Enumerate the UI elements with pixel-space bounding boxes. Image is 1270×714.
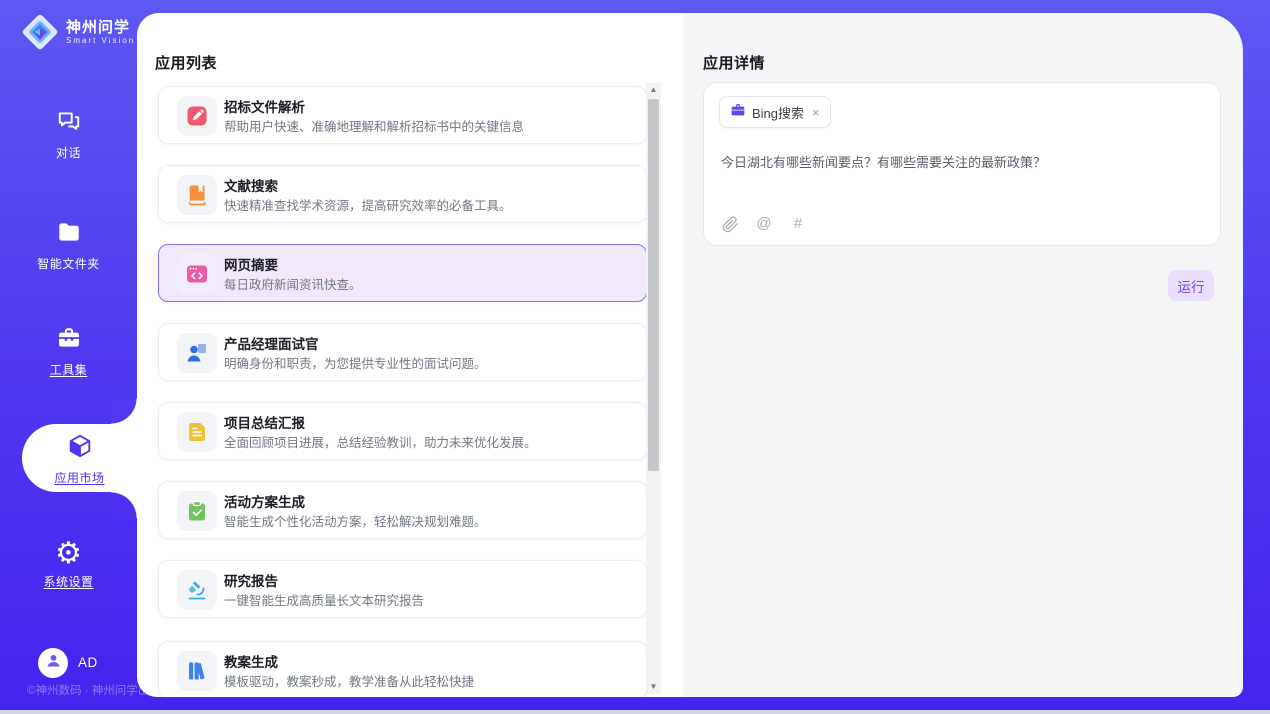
research-icon <box>177 570 217 610</box>
app-card-desc: 每日政府新闻资讯快查。 <box>224 274 362 293</box>
app-detail-panel: 应用详情 Bing搜索 × 今日湖北有哪些新闻要点？有哪些需要关注的最新政策？ … <box>683 13 1243 697</box>
bubble-top-corner <box>111 398 137 424</box>
app-card-desc: 模板驱动，教案秒成，教学准备从此轻松快捷 <box>224 671 474 690</box>
app-list-panel: 应用列表 招标文件解析 帮助用户快速、准确地理解和解析招标书中的关键信息 文献搜… <box>137 13 683 697</box>
tool-chip-label: Bing搜索 <box>752 103 804 122</box>
app-card-bid-parsing[interactable]: 招标文件解析 帮助用户快速、准确地理解和解析招标书中的关键信息 <box>158 86 647 144</box>
app-card-web-summary-selected[interactable]: 网页摘要 每日政府新闻资讯快查。 <box>158 244 647 302</box>
report-doc-icon <box>177 412 217 452</box>
diamond-logo-icon <box>19 11 61 53</box>
input-toolbar: @ # <box>721 215 807 233</box>
app-card-project-summary[interactable]: 项目总结汇报 全面回顾项目进展，总结经验教训，助力未来优化发展。 <box>158 402 647 460</box>
hashtag-icon[interactable]: # <box>789 215 807 233</box>
books-icon <box>177 651 217 691</box>
prompt-card: Bing搜索 × 今日湖北有哪些新闻要点？有哪些需要关注的最新政策？ @ # <box>703 82 1221 246</box>
app-card-title: 产品经理面试官 <box>224 333 319 353</box>
app-card-lesson-plan[interactable]: 教案生成 模板驱动，教案秒成，教学准备从此轻松快捷 <box>158 641 647 697</box>
app-card-title: 招标文件解析 <box>224 96 305 116</box>
cube-icon <box>67 446 93 463</box>
sidebar-item-chat[interactable]: 对话 <box>0 108 137 161</box>
run-button[interactable]: 运行 <box>1168 270 1214 301</box>
mention-icon[interactable]: @ <box>755 215 773 233</box>
gear-icon: ⚙ <box>55 550 82 567</box>
app-window: 神州问学 Smart Vision 对话 智能文件夹 工具集 应用市场 ⚙ 系统… <box>0 0 1270 714</box>
brand-name: 神州问学 <box>66 19 135 36</box>
app-card-desc: 全面回顾项目进展，总结经验教训，助力未来优化发展。 <box>224 432 537 451</box>
app-card-desc: 帮助用户快速、准确地理解和解析招标书中的关键信息 <box>224 116 524 135</box>
brand-tagline: Smart Vision <box>66 36 135 45</box>
query-text[interactable]: 今日湖北有哪些新闻要点？有哪些需要关注的最新政策？ <box>721 153 1201 172</box>
app-card-desc: 快速精准查找学术资源，提高研究效率的必备工具。 <box>224 195 512 214</box>
app-detail-title: 应用详情 <box>703 52 765 73</box>
bottom-edge-strip <box>0 710 1270 714</box>
sidebar-item-smart-folder[interactable]: 智能文件夹 <box>0 219 137 272</box>
book-icon <box>177 175 217 215</box>
app-card-title: 文献搜索 <box>224 175 278 195</box>
interview-icon <box>177 333 217 373</box>
app-card-title: 网页摘要 <box>224 254 278 274</box>
app-card-desc: 明确身份和职责，为您提供专业性的面试问题。 <box>224 353 487 372</box>
sidebar-item-label: 应用市场 <box>22 469 137 486</box>
sidebar-item-settings[interactable]: ⚙ 系统设置 <box>0 541 137 590</box>
brand-logo: 神州问学 Smart Vision <box>19 11 135 53</box>
sidebar-item-toolset[interactable]: 工具集 <box>0 325 137 378</box>
app-card-title: 活动方案生成 <box>224 491 305 511</box>
chip-close-icon[interactable]: × <box>812 105 820 120</box>
folder-icon <box>56 232 82 249</box>
sidebar-item-label: 系统设置 <box>0 573 137 590</box>
attach-file-icon[interactable] <box>721 215 739 233</box>
briefcase-icon <box>730 102 746 123</box>
scrollbar-down-arrow[interactable]: ▼ <box>646 680 661 694</box>
content-area: 应用列表 招标文件解析 帮助用户快速、准确地理解和解析招标书中的关键信息 文献搜… <box>137 13 1243 697</box>
chat-icon <box>56 121 82 138</box>
sidebar-item-label: 智能文件夹 <box>0 255 137 272</box>
app-card-research-report[interactable]: 研究报告 一键智能生成高质量长文本研究报告 <box>158 560 647 618</box>
toolbox-icon <box>56 338 82 355</box>
clipboard-check-icon <box>177 491 217 531</box>
user-icon <box>44 651 63 675</box>
sidebar-item-label: 工具集 <box>0 361 137 378</box>
tool-chip-bing-search[interactable]: Bing搜索 × <box>719 96 831 128</box>
sidebar-item-label: 对话 <box>0 144 137 161</box>
bubble-bottom-corner <box>111 492 137 518</box>
sidebar-item-app-market-active[interactable]: 应用市场 <box>22 424 137 492</box>
app-card-title: 项目总结汇报 <box>224 412 305 432</box>
user-initials: AD <box>78 655 98 670</box>
app-card-pm-interviewer[interactable]: 产品经理面试官 明确身份和职责，为您提供专业性的面试问题。 <box>158 323 647 381</box>
app-card-desc: 智能生成个性化活动方案，轻松解决规划难题。 <box>224 511 487 530</box>
app-card-title: 研究报告 <box>224 570 278 590</box>
scrollbar-up-arrow[interactable]: ▲ <box>646 83 661 97</box>
app-card-literature-search[interactable]: 文献搜索 快速精准查找学术资源，提高研究效率的必备工具。 <box>158 165 647 223</box>
app-card-title: 教案生成 <box>224 651 278 671</box>
scrollbar-thumb[interactable] <box>648 99 659 471</box>
app-card-desc: 一键智能生成高质量长文本研究报告 <box>224 590 424 609</box>
user-avatar[interactable] <box>38 648 68 678</box>
web-code-icon <box>177 254 217 294</box>
doc-edit-icon <box>177 96 217 136</box>
app-card-event-plan[interactable]: 活动方案生成 智能生成个性化活动方案，轻松解决规划难题。 <box>158 481 647 539</box>
app-list-title: 应用列表 <box>155 52 217 73</box>
